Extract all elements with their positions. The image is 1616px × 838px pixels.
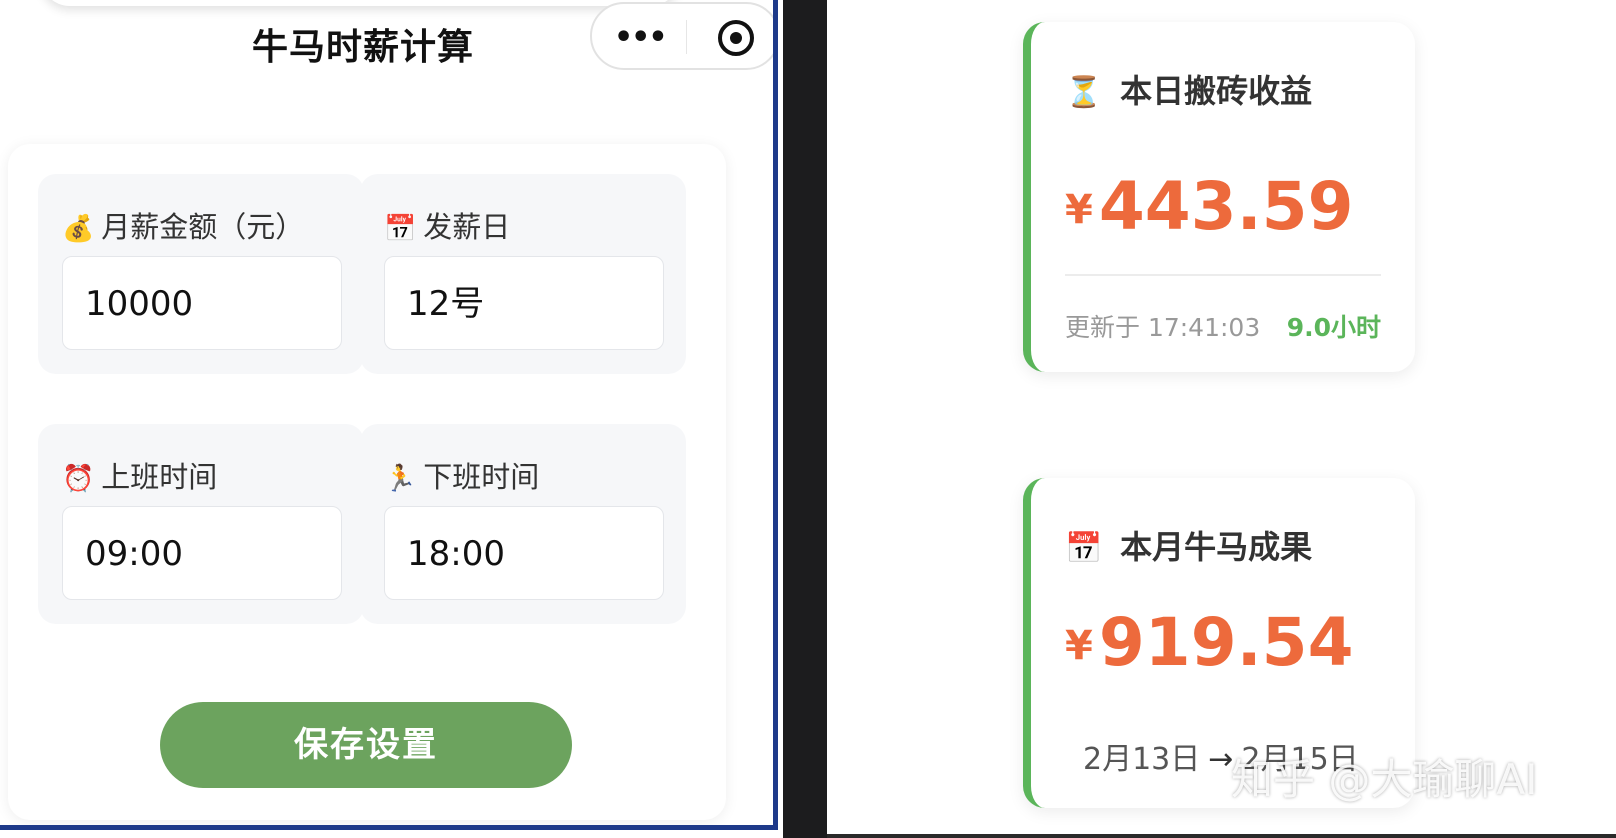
month-amount: ¥919.54 (1065, 604, 1354, 681)
start-time-label: ⏰ 上班时间 (62, 454, 217, 496)
panel-divider (783, 0, 827, 838)
save-settings-button[interactable]: 保存设置 (160, 702, 572, 788)
update-time-text: 更新于 17:41:03 (1065, 313, 1261, 342)
salary-label-text: 月薪金额（元） (101, 210, 305, 244)
today-card-title: ⏳ 本日搬砖收益 (1065, 66, 1312, 112)
today-amount-value: 443.59 (1098, 168, 1354, 245)
end-time-field-group: 🏃 下班时间 18:00 (360, 424, 686, 624)
payday-label-text: 发薪日 (423, 210, 511, 244)
end-time-picker[interactable]: 18:00 (384, 506, 664, 600)
payday-label: 📅 发薪日 (384, 204, 510, 246)
arrow-right-icon: → (1208, 742, 1234, 777)
start-time-field-group: ⏰ 上班时间 09:00 (38, 424, 364, 624)
payday-picker[interactable]: 12号 (384, 256, 664, 350)
salary-label: 💰 月薪金额（元） (62, 204, 304, 246)
mini-program-capsule: ••• (590, 2, 773, 70)
salary-input[interactable]: 10000 (62, 256, 342, 350)
month-card-title-text: 本月牛马成果 (1120, 528, 1313, 566)
month-amount-value: 919.54 (1098, 604, 1354, 681)
close-target-icon[interactable] (718, 20, 754, 56)
alarm-clock-icon: ⏰ (62, 464, 95, 494)
calendar-icon: 📅 (1065, 531, 1103, 566)
page-title: 牛马时薪计算 (252, 27, 475, 68)
salary-field-group: 💰 月薪金额（元） 10000 (38, 174, 364, 374)
month-card-title: 📅 本月牛马成果 (1065, 522, 1312, 568)
today-amount: ¥443.59 (1065, 168, 1354, 245)
start-time-label-text: 上班时间 (101, 460, 218, 494)
money-bag-icon: 💰 (62, 214, 95, 244)
bottom-edge (827, 834, 1616, 838)
end-time-label: 🏃 下班时间 (384, 454, 539, 496)
hourglass-icon: ⏳ (1065, 75, 1103, 110)
capsule-divider (686, 20, 687, 54)
today-earnings-card: ⏳ 本日搬砖收益 ¥443.59 更新于 17:41:03 9.0小时 (1023, 22, 1415, 372)
end-time-label-text: 下班时间 (423, 460, 540, 494)
results-page: ⏳ 本日搬砖收益 ¥443.59 更新于 17:41:03 9.0小时 📅 本月… (827, 0, 1616, 838)
settings-page: 牛马时薪计算 ••• 💰 月薪金额（元） 10000 📅 发薪日 12号 ⏰ 上… (0, 0, 778, 830)
more-dots-icon[interactable]: ••• (614, 20, 668, 55)
start-time-picker[interactable]: 09:00 (62, 506, 342, 600)
settings-card: 💰 月薪金额（元） 10000 📅 发薪日 12号 ⏰ 上班时间 09:00 🏃 (8, 144, 726, 820)
running-person-icon: 🏃 (384, 464, 417, 494)
watermark-text: 知乎 @大瑜聊AI (1231, 755, 1538, 804)
currency-symbol: ¥ (1065, 623, 1093, 669)
range-start: 2月13日 (1083, 742, 1201, 777)
calendar-icon: 📅 (384, 214, 417, 244)
today-card-divider (1065, 274, 1381, 276)
currency-symbol: ¥ (1065, 187, 1093, 233)
header-shadow (40, 0, 680, 6)
payday-field-group: 📅 发薪日 12号 (360, 174, 686, 374)
work-hours-text: 9.0小时 (1286, 313, 1381, 342)
today-card-title-text: 本日搬砖收益 (1120, 72, 1313, 110)
